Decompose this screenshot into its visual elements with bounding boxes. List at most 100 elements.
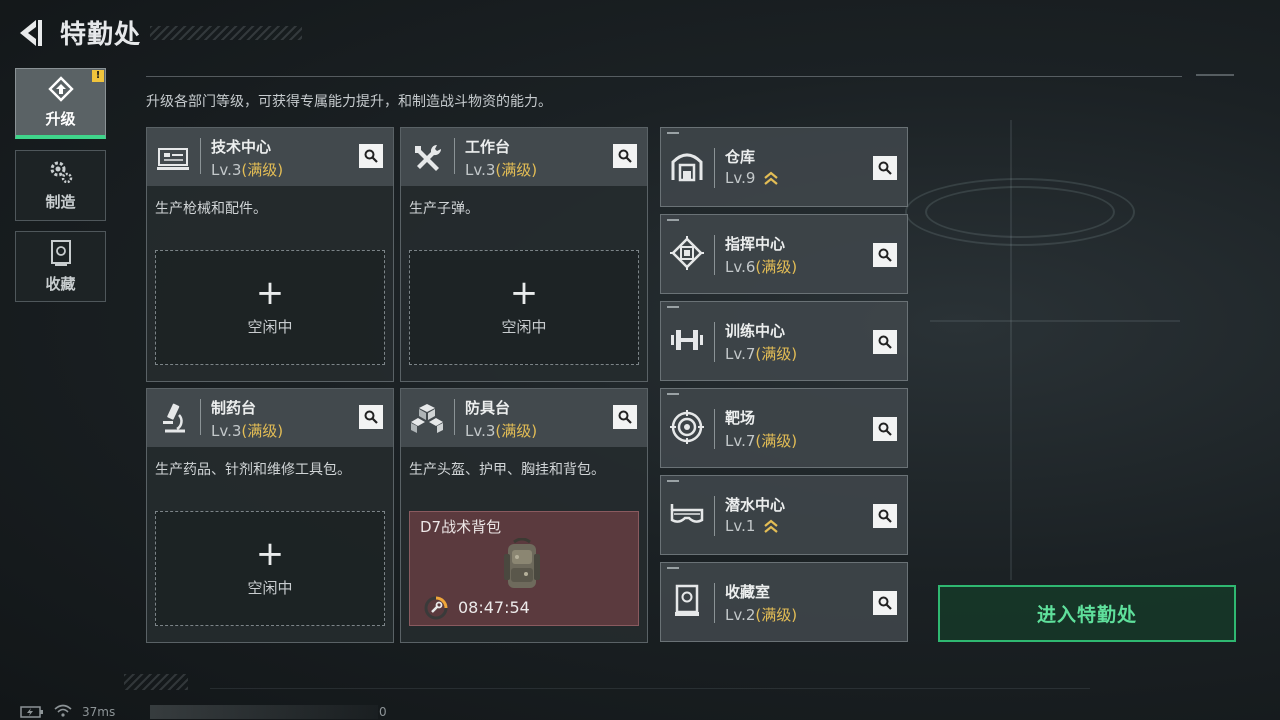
search-button[interactable] <box>359 405 383 429</box>
nav-tab-label: 制造 <box>45 193 76 211</box>
search-button[interactable] <box>359 144 383 168</box>
corner-decor <box>667 306 679 308</box>
backpack-icon <box>504 538 540 588</box>
card-separator <box>714 235 715 275</box>
card-name: 技术中心 <box>211 138 272 156</box>
search-icon <box>878 161 892 175</box>
maxed-label: (满级) <box>755 432 798 450</box>
search-button[interactable] <box>873 156 897 180</box>
search-button[interactable] <box>873 243 897 267</box>
search-button[interactable] <box>873 504 897 528</box>
department-card-armor[interactable]: 防具台 Lv.3(满级) 生产头盔、护甲、胸挂和背包。 D7战术背包 08:47… <box>400 388 648 643</box>
department-card-command-center[interactable]: 指挥中心 Lv.6(满级) <box>660 214 908 294</box>
maxed-label: (满级) <box>755 606 798 624</box>
maxed-label: (满级) <box>755 345 798 363</box>
card-header: 防具台 Lv.3(满级) <box>401 389 647 447</box>
wifi-icon <box>54 704 72 717</box>
card-name: 工作台 <box>465 138 511 156</box>
card-level: Lv.2(满级) <box>725 606 798 624</box>
card-level: Lv.6(满级) <box>725 258 798 276</box>
card-separator <box>714 496 715 536</box>
back-button[interactable] <box>14 16 44 50</box>
department-card-workbench[interactable]: 工作台 Lv.3(满级) 生产子弹。 + 空闲中 <box>400 127 648 382</box>
bg-decor-tick <box>1196 74 1234 76</box>
add-icon: + <box>509 273 539 313</box>
microscope-icon <box>163 403 185 433</box>
card-level: Lv.3(满级) <box>465 422 538 440</box>
search-icon <box>878 422 892 436</box>
search-button[interactable] <box>873 591 897 615</box>
search-button[interactable] <box>873 417 897 441</box>
workbench-tools-icon <box>415 144 442 171</box>
department-card-pharmacy[interactable]: 制药台 Lv.3(满级) 生产药品、针剂和维修工具包。 + 空闲中 <box>146 388 394 643</box>
production-slot-idle[interactable]: + 空闲中 <box>155 511 385 626</box>
maxed-label: (满级) <box>495 422 538 440</box>
crafting-item-name: D7战术背包 <box>420 518 502 536</box>
card-header: 制药台 Lv.3(满级) <box>147 389 393 447</box>
nav-tab-collection[interactable]: 收藏 <box>15 231 106 302</box>
card-name: 潜水中心 <box>725 496 786 514</box>
card-level: Lv.1 <box>725 517 778 535</box>
nav-tab-upgrade[interactable]: ! 升级 <box>15 68 106 139</box>
department-card-warehouse[interactable]: 仓库 Lv.9 <box>660 127 908 207</box>
maxed-label: (满级) <box>495 161 538 179</box>
gears-icon <box>50 161 72 184</box>
department-card-collection-room[interactable]: 收藏室 Lv.2(满级) <box>660 562 908 642</box>
card-separator <box>454 399 455 435</box>
enter-button-label: 进入特勤处 <box>1036 604 1137 626</box>
maxed-label: (满级) <box>241 161 284 179</box>
search-icon <box>878 335 892 349</box>
card-separator <box>714 409 715 449</box>
card-name: 靶场 <box>725 409 756 427</box>
diving-mask-icon <box>670 504 704 523</box>
card-header: 技术中心 Lv.3(满级) <box>147 128 393 186</box>
bg-decor-bottom-line <box>210 688 1090 689</box>
upgrade-icon <box>47 75 74 102</box>
production-slot-active[interactable]: D7战术背包 08:47:54 <box>409 511 639 626</box>
corner-decor <box>667 132 679 134</box>
nav-tab-craft[interactable]: 制造 <box>15 150 106 221</box>
card-level: Lv.3(满级) <box>211 422 284 440</box>
nav-tab-label: 升级 <box>45 109 76 128</box>
search-icon <box>878 509 892 523</box>
card-description: 生产子弹。 <box>409 201 479 217</box>
maxed-label: (满级) <box>755 258 798 276</box>
search-button[interactable] <box>613 144 637 168</box>
maxed-label: (满级) <box>241 422 284 440</box>
card-header: 工作台 Lv.3(满级) <box>401 128 647 186</box>
add-icon: + <box>255 534 285 574</box>
corner-decor <box>667 393 679 395</box>
card-level: Lv.7(满级) <box>725 432 798 450</box>
title-decor-hatch <box>150 26 302 40</box>
chip-icon <box>670 236 704 270</box>
search-button[interactable] <box>873 330 897 354</box>
alert-badge: ! <box>92 70 104 82</box>
card-description: 生产头盔、护甲、胸挂和背包。 <box>409 462 605 478</box>
enter-special-ops-button[interactable]: 进入特勤处 <box>938 585 1236 642</box>
card-separator <box>714 148 715 188</box>
department-card-shooting-range[interactable]: 靶场 Lv.7(满级) <box>660 388 908 468</box>
page-title: 特勤处 <box>60 20 142 50</box>
bg-decor-tower <box>1010 120 1012 580</box>
search-button[interactable] <box>613 405 637 429</box>
card-description: 生产枪械和配件。 <box>155 201 267 217</box>
dumbbell-icon <box>671 330 703 350</box>
timer-wrench-icon <box>424 596 448 620</box>
tech-center-icon <box>157 148 189 170</box>
card-separator <box>714 583 715 623</box>
department-card-tech-center[interactable]: 技术中心 Lv.3(满级) 生产枪械和配件。 + 空闲中 <box>146 127 394 382</box>
bg-decor-line <box>930 320 1180 322</box>
card-level: Lv.7(满级) <box>725 345 798 363</box>
department-card-training-center[interactable]: 训练中心 Lv.7(满级) <box>660 301 908 381</box>
search-icon <box>878 248 892 262</box>
production-slot-idle[interactable]: + 空闲中 <box>155 250 385 365</box>
network-ping: 37ms <box>82 705 116 719</box>
card-name: 训练中心 <box>725 322 786 340</box>
nav-tab-label: 收藏 <box>45 275 76 293</box>
department-card-diving-center[interactable]: 潜水中心 Lv.1 <box>660 475 908 555</box>
slot-status: 空闲中 <box>501 318 547 336</box>
card-separator <box>200 399 201 435</box>
production-slot-idle[interactable]: + 空闲中 <box>409 250 639 365</box>
search-icon <box>364 410 378 424</box>
top-divider <box>146 76 1182 77</box>
